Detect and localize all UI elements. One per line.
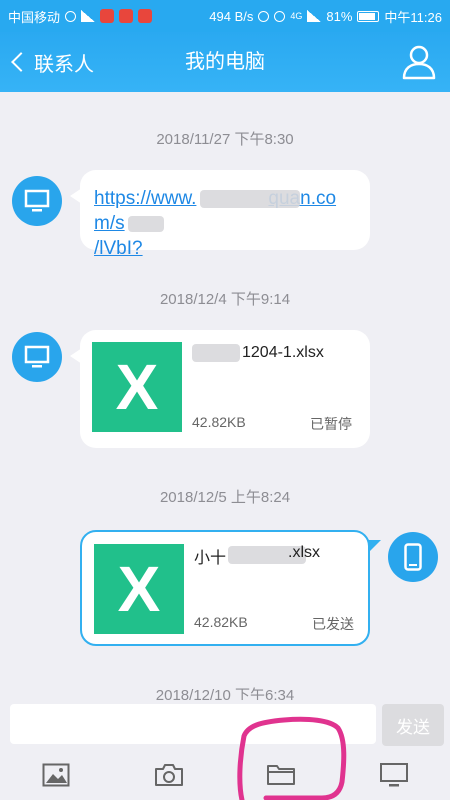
computer-icon <box>24 345 50 368</box>
mail-notification-icon <box>119 9 134 23</box>
computer-button[interactable] <box>338 750 450 800</box>
file-size: 42.82KB <box>192 414 246 430</box>
signal-icon <box>307 10 322 22</box>
redacted-text <box>128 216 164 232</box>
file-name-end: .xlsx <box>288 544 320 561</box>
status-bar: 中国移动 494 B/s 4G 81% 中午11:26 <box>0 0 450 32</box>
eye-icon <box>274 10 286 22</box>
shield-notification-icon <box>138 9 153 23</box>
message-input[interactable] <box>10 704 376 744</box>
carrier-label: 中国移动 <box>8 9 61 25</box>
folder-icon <box>267 765 296 785</box>
redacted-text <box>200 190 300 208</box>
file-status: 已暂停 <box>310 416 352 432</box>
file-name: 1204-1.xlsx <box>242 344 324 361</box>
excel-file-icon: X <box>94 544 184 634</box>
app-notification-icon <box>100 9 115 23</box>
computer-avatar[interactable] <box>12 176 62 226</box>
camera-icon <box>154 764 183 786</box>
page-title: 我的电脑 <box>185 51 265 73</box>
file-name-start: 小十 <box>194 550 227 567</box>
redacted-text <box>192 344 240 362</box>
computer-icon <box>379 763 408 787</box>
camera-button[interactable] <box>113 750 226 800</box>
attachment-toolbar <box>0 750 450 800</box>
notification-icon <box>81 10 96 22</box>
phone-avatar[interactable] <box>388 532 438 582</box>
composer: 发送 <box>0 700 450 750</box>
file-size: 42.82KB <box>194 614 248 630</box>
timestamp: 2018/11/27 下午8:30 <box>156 131 294 148</box>
network-speed: 494 B/s <box>209 8 254 24</box>
image-icon <box>42 763 70 787</box>
sync-icon <box>65 10 77 22</box>
location-icon <box>258 10 270 22</box>
person-icon[interactable] <box>402 44 436 80</box>
clock: 中午11:26 <box>384 9 442 25</box>
message-bubble-link[interactable]: https://www. quan.com/s /lVbI? <box>70 170 370 259</box>
send-button[interactable]: 发送 <box>382 704 444 746</box>
folder-button[interactable] <box>225 750 338 800</box>
timestamp: 2018/12/5 上午8:24 <box>159 489 291 506</box>
chat-area[interactable]: 2018/11/27 下午8:30 https://www. quan.com/s… <box>0 92 450 700</box>
timestamp: 2018/12/10 下午6:34 <box>155 687 295 700</box>
battery-icon <box>357 10 380 22</box>
computer-icon <box>24 189 50 212</box>
title-bar: 联系人 我的电脑 <box>0 32 450 92</box>
file-status: 已发送 <box>312 616 354 632</box>
message-bubble-file[interactable]: X 1204-1.xlsx 42.82KB 已暂停 <box>70 330 370 448</box>
timestamp: 2018/12/4 下午9:14 <box>159 291 291 308</box>
phone-icon <box>404 543 422 571</box>
message-bubble-file-sent[interactable]: X 小十 .xlsx 42.82KB 已发送 <box>80 530 381 646</box>
network-type: 4G <box>290 11 303 21</box>
image-button[interactable] <box>0 750 113 800</box>
excel-file-icon: X <box>92 342 182 432</box>
computer-avatar[interactable] <box>12 332 62 382</box>
battery-percent: 81% <box>326 8 353 24</box>
